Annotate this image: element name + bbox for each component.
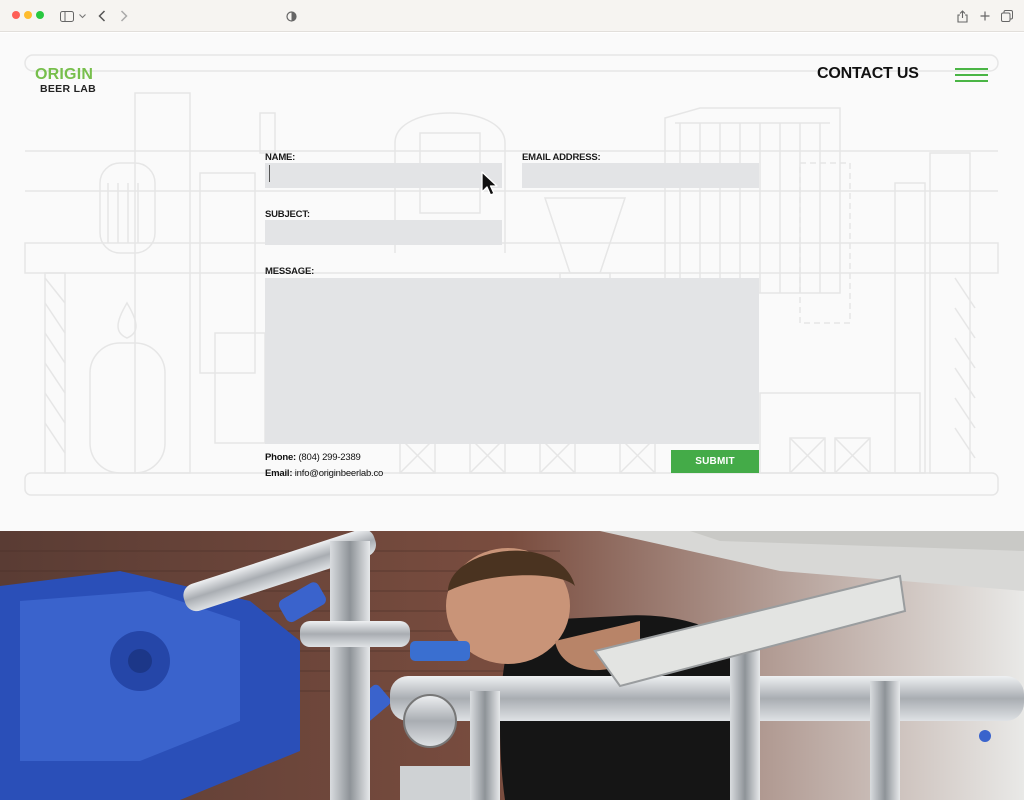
tab-overview-icon[interactable]: [1000, 8, 1014, 24]
brewer-equipment-photo: [0, 531, 1024, 800]
hamburger-menu-icon[interactable]: [955, 67, 988, 85]
sidebar-toggle-icon[interactable]: [59, 8, 75, 24]
new-tab-plus-icon[interactable]: [978, 8, 992, 24]
message-textarea[interactable]: [265, 278, 759, 444]
origin-beer-lab-logo[interactable]: ORIGIN BEER LAB: [35, 67, 96, 95]
email-info-label: Email:: [265, 468, 293, 479]
text-caret: [269, 165, 270, 182]
zoom-window-button[interactable]: [36, 11, 44, 19]
logo-wordmark-bottom: BEER LAB: [40, 83, 97, 95]
subject-label: SUBJECT:: [265, 209, 310, 220]
logo-wordmark-top: ORIGIN: [35, 66, 94, 83]
mouse-pointer-icon: [481, 171, 498, 196]
submit-button[interactable]: SUBMIT: [671, 450, 759, 473]
chevron-down-icon[interactable]: [78, 8, 86, 24]
forward-arrow-icon[interactable]: [118, 8, 130, 24]
message-label: MESSAGE:: [265, 266, 315, 277]
email-label: EMAIL ADDRESS:: [522, 152, 601, 163]
share-icon[interactable]: [955, 8, 969, 24]
email-info-value[interactable]: info@originbeerlab.co: [295, 468, 384, 479]
minimize-window-button[interactable]: [24, 11, 32, 19]
name-label: NAME:: [265, 152, 296, 163]
subject-input[interactable]: [265, 220, 502, 245]
contact-us-link[interactable]: CONTACT US: [817, 65, 919, 83]
web-page: ORIGIN BEER LAB CONTACT US NAME: EMAIL A…: [0, 33, 1024, 800]
privacy-shield-icon[interactable]: [284, 8, 298, 24]
name-input[interactable]: [265, 163, 502, 188]
browser-toolbar: [0, 0, 1024, 32]
email-input[interactable]: [522, 163, 759, 188]
email-line: Email: info@originbeerlab.co: [265, 468, 383, 479]
phone-line: Phone: (804) 299-2389: [265, 452, 361, 463]
close-window-button[interactable]: [12, 11, 20, 19]
phone-value: (804) 299-2389: [298, 452, 361, 463]
back-arrow-icon[interactable]: [96, 8, 108, 24]
phone-label: Phone:: [265, 452, 296, 463]
contact-section: ORIGIN BEER LAB CONTACT US NAME: EMAIL A…: [0, 33, 1024, 531]
